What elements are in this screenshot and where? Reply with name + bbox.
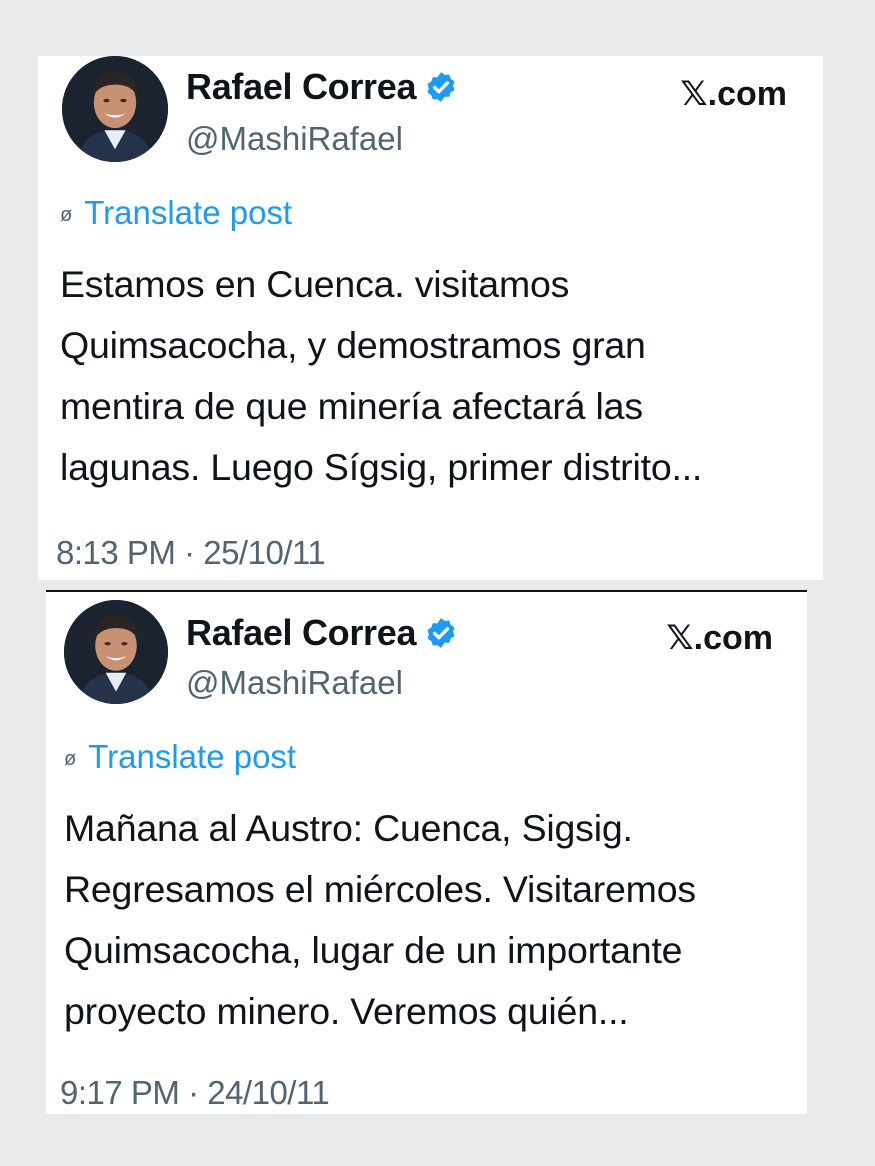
verified-badge-icon (424, 616, 458, 650)
author-name[interactable]: Rafael Correa (186, 612, 417, 654)
avatar[interactable] (64, 600, 168, 704)
author-handle[interactable]: @MashiRafael (186, 120, 403, 158)
translate-icon: ø (64, 747, 77, 770)
post-text-line: Regresamos el miércoles. Visitaremos (64, 868, 696, 910)
translate-post-link[interactable]: ø Translate post (60, 194, 292, 232)
post-text-line: Estamos en Cuenca. visitamos (60, 263, 570, 305)
post-text: Estamos en Cuenca. visitamos Quimsacocha… (60, 254, 799, 498)
post-timestamp[interactable]: 8:13 PM · 25/10/11 (56, 534, 326, 572)
post-text-line: mentira de que minería afectará las (60, 385, 643, 427)
translate-label: Translate post (88, 738, 297, 775)
post-text: Mañana al Austro: Cuenca, Sigsig. Regres… (64, 798, 783, 1042)
post-card-1[interactable]: Rafael Correa @MashiRafael 𝕏.com ø Trans… (38, 56, 823, 580)
author-handle[interactable]: @MashiRafael (186, 664, 403, 702)
x-brand-logo: 𝕏.com (666, 619, 773, 657)
verified-badge-icon (424, 70, 458, 104)
author-name[interactable]: Rafael Correa (186, 66, 417, 108)
post-card-2[interactable]: Rafael Correa @MashiRafael 𝕏.com ø Trans… (46, 590, 807, 1114)
translate-icon: ø (60, 203, 73, 226)
post-text-line: Quimsacocha, lugar de un importante (64, 929, 683, 971)
post-text-line: proyecto minero. Veremos quién... (64, 990, 629, 1032)
profile-photo-icon (62, 56, 168, 162)
divider (46, 590, 807, 592)
profile-photo-icon (64, 600, 168, 704)
post-timestamp[interactable]: 9:17 PM · 24/10/11 (60, 1074, 330, 1112)
post-text-line: Quimsacocha, y demostramos gran (60, 324, 646, 366)
translate-post-link[interactable]: ø Translate post (64, 738, 296, 776)
translate-label: Translate post (84, 194, 293, 231)
x-brand-logo: 𝕏.com (680, 75, 787, 113)
post-text-line: lagunas. Luego Sígsig, primer distrito..… (60, 446, 703, 488)
post-text-line: Mañana al Austro: Cuenca, Sigsig. (64, 807, 633, 849)
avatar[interactable] (62, 56, 168, 162)
